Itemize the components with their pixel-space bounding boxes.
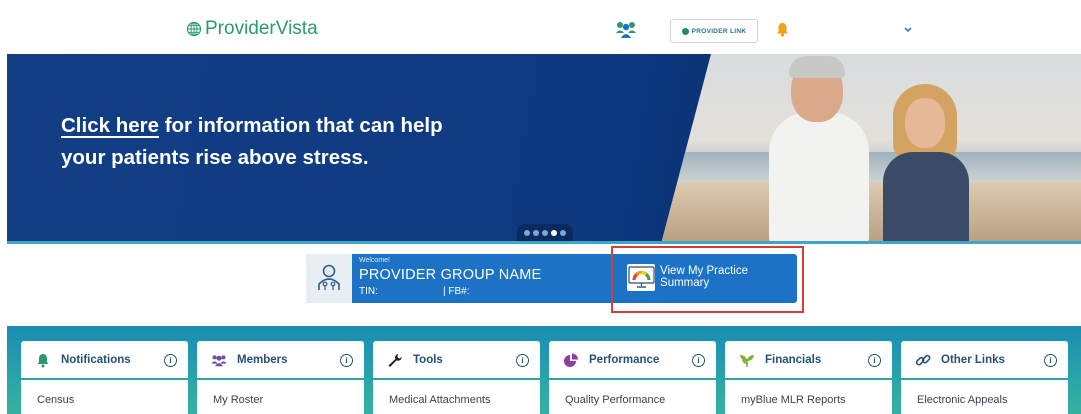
card-title: Notifications — [61, 354, 131, 366]
carousel-dot-active[interactable] — [551, 230, 557, 236]
provider-portal-page: ProviderVista PROVIDER LINK Click here f… — [0, 0, 1081, 414]
bell-icon[interactable] — [776, 22, 789, 37]
globe-icon — [186, 21, 202, 37]
card-link[interactable]: Census — [37, 394, 74, 406]
card-tools: Tools i Medical Attachments — [373, 341, 540, 414]
hero-text-line2: your patients rise above stress. — [61, 146, 369, 169]
wrench-icon — [388, 354, 402, 367]
people-icon[interactable] — [615, 21, 637, 39]
highlight-box — [611, 246, 804, 313]
carousel-dot[interactable] — [533, 230, 539, 236]
logo-text: ProviderVista — [205, 18, 318, 39]
welcome-greeting: Welcome! — [359, 257, 390, 264]
tin-label: TIN: — [359, 286, 378, 297]
info-icon[interactable]: i — [692, 354, 705, 367]
card-link[interactable]: My Roster — [213, 394, 263, 406]
provider-group-icon — [318, 264, 340, 290]
members-icon — [211, 355, 227, 367]
bell-icon — [37, 354, 49, 368]
provider-link-label: PROVIDER LINK — [691, 27, 747, 35]
card-link[interactable]: Electronic Appeals — [917, 394, 1008, 406]
link-icon — [915, 354, 931, 366]
card-header[interactable]: Other Links i — [901, 341, 1068, 380]
carousel-dots — [517, 224, 573, 242]
hero-click-here-link[interactable]: Click here — [61, 114, 159, 137]
carousel-dot[interactable] — [542, 230, 548, 236]
top-header: ProviderVista PROVIDER LINK — [0, 0, 1081, 54]
card-header[interactable]: Financials i — [725, 341, 892, 380]
info-icon[interactable]: i — [340, 354, 353, 367]
card-title: Members — [237, 354, 288, 366]
card-title: Tools — [413, 354, 443, 366]
hero-divider — [7, 241, 1081, 244]
providervista-logo[interactable]: ProviderVista — [186, 18, 318, 40]
card-title: Performance — [589, 354, 660, 366]
hero-banner[interactable]: Click here for information that can help… — [7, 54, 1081, 244]
info-icon[interactable]: i — [164, 354, 177, 367]
card-title: Other Links — [941, 354, 1005, 366]
provider-group-name: PROVIDER GROUP NAME — [359, 267, 542, 283]
provider-link-icon — [681, 27, 689, 35]
card-link[interactable]: Quality Performance — [565, 394, 665, 406]
card-header[interactable]: Performance i — [549, 341, 716, 380]
info-icon[interactable]: i — [516, 354, 529, 367]
card-header[interactable]: Notifications i — [21, 341, 188, 380]
card-link[interactable]: myBlue MLR Reports — [741, 394, 846, 406]
info-icon[interactable]: i — [1044, 354, 1057, 367]
chevron-down-icon[interactable] — [903, 26, 913, 34]
hero-text-line1: for information that can help — [159, 114, 443, 137]
hero-photo — [661, 54, 1081, 244]
card-notifications: Notifications i Census — [21, 341, 188, 414]
pie-chart-icon — [564, 353, 578, 367]
card-header[interactable]: Tools i — [373, 341, 540, 380]
info-icon[interactable]: i — [868, 354, 881, 367]
provider-link-button[interactable]: PROVIDER LINK — [670, 19, 758, 43]
card-title: Financials — [765, 354, 822, 366]
carousel-dot[interactable] — [524, 230, 530, 236]
card-header[interactable]: Members i — [197, 341, 364, 380]
hero-text: Click here for information that can help… — [61, 110, 481, 174]
card-other-links: Other Links i Electronic Appeals — [901, 341, 1068, 414]
card-performance: Performance i Quality Performance — [549, 341, 716, 414]
plant-icon — [740, 355, 754, 367]
card-members: Members i My Roster — [197, 341, 364, 414]
card-link[interactable]: Medical Attachments — [389, 394, 491, 406]
carousel-dot[interactable] — [560, 230, 566, 236]
avatar — [306, 254, 352, 303]
fb-label: | FB#: — [443, 286, 470, 297]
card-financials: Financials i myBlue MLR Reports — [725, 341, 892, 414]
